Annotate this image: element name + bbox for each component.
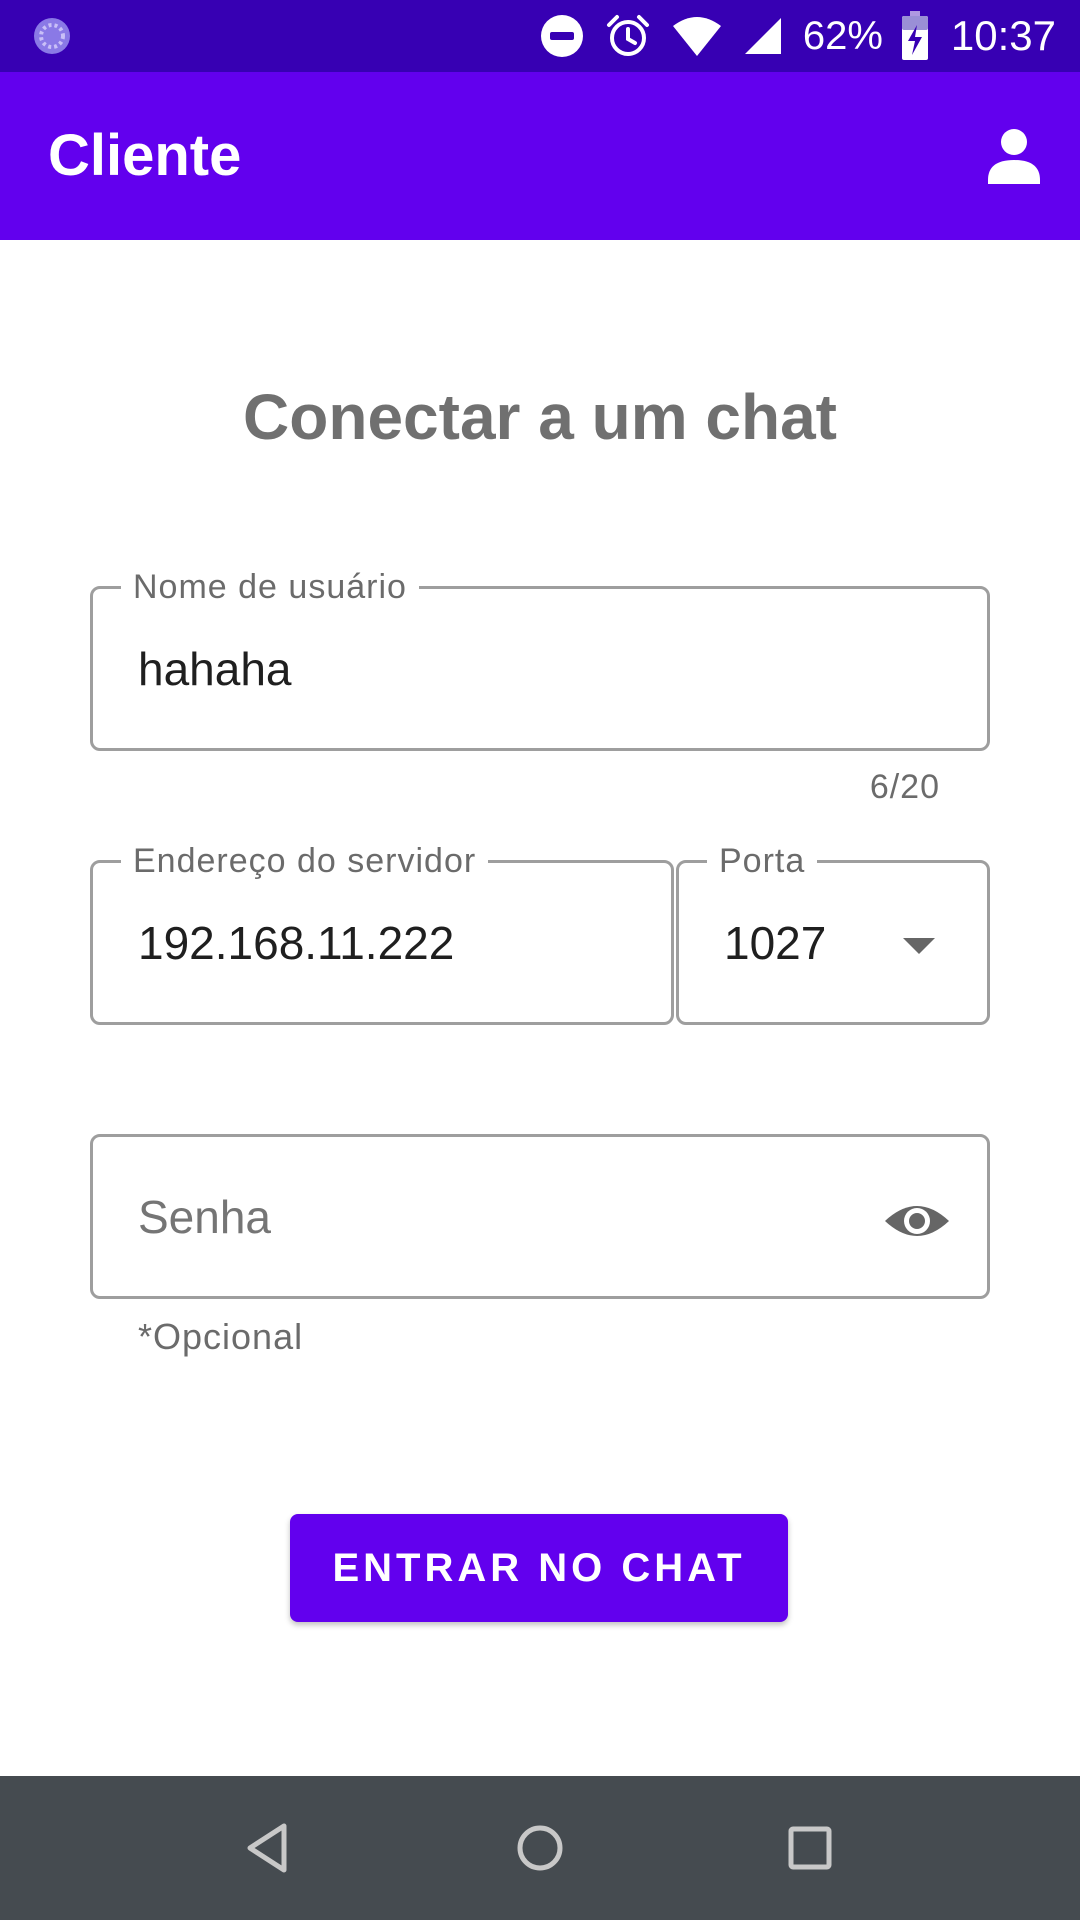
password-field[interactable]: Senha <box>90 1134 990 1299</box>
port-dropdown[interactable]: Porta 1027 <box>676 841 990 1025</box>
dropdown-arrow-icon[interactable] <box>903 938 935 954</box>
clock: 10:37 <box>950 12 1056 59</box>
sync-icon <box>34 18 70 54</box>
port-value: 1027 <box>724 916 827 969</box>
battery-charging-icon <box>901 11 928 60</box>
server-address-value: 192.168.11.222 <box>138 916 455 969</box>
alarm-icon <box>606 15 649 56</box>
server-address-field[interactable]: Endereço do servidor 192.168.11.222 <box>90 841 674 1025</box>
wifi-icon <box>672 17 721 56</box>
enter-chat-button[interactable]: ENTRAR NO CHAT <box>290 1514 788 1622</box>
system-nav-bar <box>0 1776 1080 1920</box>
recents-icon[interactable] <box>778 1816 842 1880</box>
password-helper-text: *Opcional <box>138 1316 304 1357</box>
account-icon[interactable] <box>978 120 1050 192</box>
page-title: Conectar a um chat <box>243 381 837 453</box>
status-icons: 62% 10:37 <box>539 0 1056 72</box>
password-placeholder: Senha <box>138 1190 272 1243</box>
app-bar: Cliente <box>0 72 1080 240</box>
username-value: hahaha <box>138 642 292 695</box>
do-not-disturb-icon <box>540 15 583 57</box>
back-icon[interactable] <box>238 1816 302 1880</box>
signal-icon <box>744 18 781 54</box>
status-bar: 62% 10:37 <box>0 0 1080 72</box>
app-title: Cliente <box>48 123 242 188</box>
battery-percent: 62% <box>802 13 883 58</box>
username-field[interactable]: Nome de usuário hahaha <box>90 567 990 751</box>
visibility-eye-icon[interactable] <box>881 1185 953 1257</box>
username-char-counter: 6/20 <box>869 768 940 806</box>
home-icon[interactable] <box>508 1816 572 1880</box>
